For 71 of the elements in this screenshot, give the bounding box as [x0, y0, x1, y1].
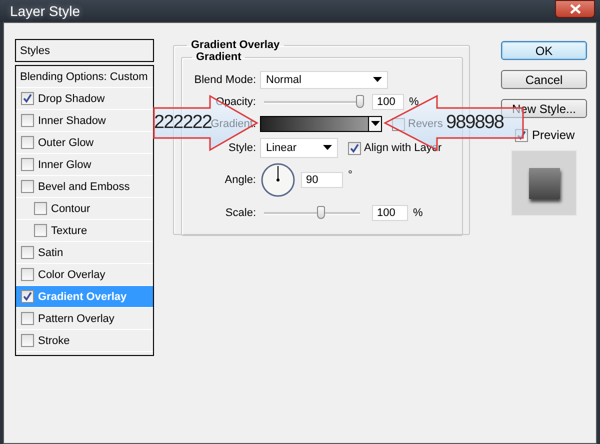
- item-label: Inner Glow: [38, 158, 92, 170]
- style-list-item[interactable]: Contour: [16, 198, 153, 220]
- checkbox[interactable]: [21, 92, 34, 105]
- angle-field[interactable]: 90: [301, 172, 343, 188]
- checkbox[interactable]: [348, 142, 361, 154]
- style-dropdown[interactable]: Linear: [260, 138, 338, 158]
- checkbox[interactable]: [21, 136, 34, 149]
- dialog-button[interactable]: Cancel: [501, 70, 587, 89]
- checkbox[interactable]: [515, 128, 528, 142]
- angle-dial[interactable]: [260, 162, 296, 198]
- caret-icon: [323, 145, 332, 151]
- item-label: Stroke: [38, 334, 70, 346]
- callout-label: 222222: [154, 112, 212, 134]
- style-list-item[interactable]: Pattern Overlay: [16, 308, 153, 330]
- callout-label: 989898: [446, 112, 504, 134]
- style-list-item[interactable]: Blending Options: Custom: [16, 66, 153, 88]
- checkbox[interactable]: [34, 224, 47, 237]
- preview-swatch: [511, 150, 577, 216]
- checkbox[interactable]: [21, 158, 34, 171]
- checkbox[interactable]: [392, 118, 405, 130]
- close-button[interactable]: [555, 0, 595, 18]
- checkbox[interactable]: [21, 290, 34, 303]
- checkbox[interactable]: [21, 180, 34, 193]
- item-label: Bevel and Emboss: [38, 180, 130, 192]
- scale-field[interactable]: 100: [372, 205, 408, 221]
- style-list-item[interactable]: Texture: [16, 220, 153, 242]
- slider-thumb[interactable]: [316, 206, 325, 219]
- section-title: Gradient Overlay: [190, 39, 281, 51]
- unit-label: °: [348, 169, 352, 181]
- checkbox-label: Preview: [532, 128, 575, 142]
- unit-label: %: [409, 96, 419, 108]
- checkbox[interactable]: [34, 202, 47, 215]
- checkbox[interactable]: [21, 114, 34, 127]
- group-title: Gradient: [195, 51, 242, 63]
- item-label: Inner Shadow: [38, 114, 106, 126]
- item-label: Blending Options: Custom: [20, 70, 148, 82]
- checkbox[interactable]: [21, 312, 34, 325]
- field-label: Blend Mode:: [193, 74, 257, 86]
- style-list-item[interactable]: Drop Shadow: [16, 88, 153, 110]
- list-header: Styles: [15, 39, 154, 62]
- gradient-picker[interactable]: [260, 116, 382, 132]
- checkbox[interactable]: [21, 268, 34, 281]
- item-label: Gradient Overlay: [38, 290, 127, 302]
- style-list-item[interactable]: Satin: [16, 242, 153, 264]
- item-label: Outer Glow: [38, 136, 94, 148]
- blend-mode-dropdown[interactable]: Normal: [260, 71, 388, 89]
- item-label: Contour: [51, 202, 90, 214]
- unit-label: %: [413, 207, 423, 219]
- dialog-button[interactable]: OK: [501, 41, 587, 60]
- caret-icon: [370, 121, 380, 127]
- window-title: Layer Style: [10, 3, 80, 19]
- style-list-item[interactable]: Bevel and Emboss: [16, 176, 153, 198]
- field-label: Angle:: [224, 174, 257, 186]
- caret-icon: [373, 77, 382, 83]
- item-label: Drop Shadow: [38, 92, 105, 104]
- style-list-item[interactable]: Stroke: [16, 330, 153, 352]
- style-list-item[interactable]: Outer Glow: [16, 132, 153, 154]
- style-list-item[interactable]: Inner Shadow: [16, 110, 153, 132]
- item-label: Satin: [38, 246, 64, 258]
- item-label: Pattern Overlay: [38, 312, 114, 324]
- item-label: Texture: [51, 224, 88, 236]
- style-list-item[interactable]: Inner Glow: [16, 154, 153, 176]
- checkbox[interactable]: [21, 334, 34, 347]
- checkbox[interactable]: [21, 246, 34, 259]
- field-label: Scale:: [224, 207, 257, 219]
- checkbox-label: Revers: [408, 118, 443, 130]
- close-icon: [570, 4, 580, 14]
- slider-thumb[interactable]: [356, 95, 364, 108]
- field-label: Style:: [227, 142, 257, 154]
- item-label: Color Overlay: [38, 268, 106, 280]
- opacity-field[interactable]: 100: [372, 94, 404, 110]
